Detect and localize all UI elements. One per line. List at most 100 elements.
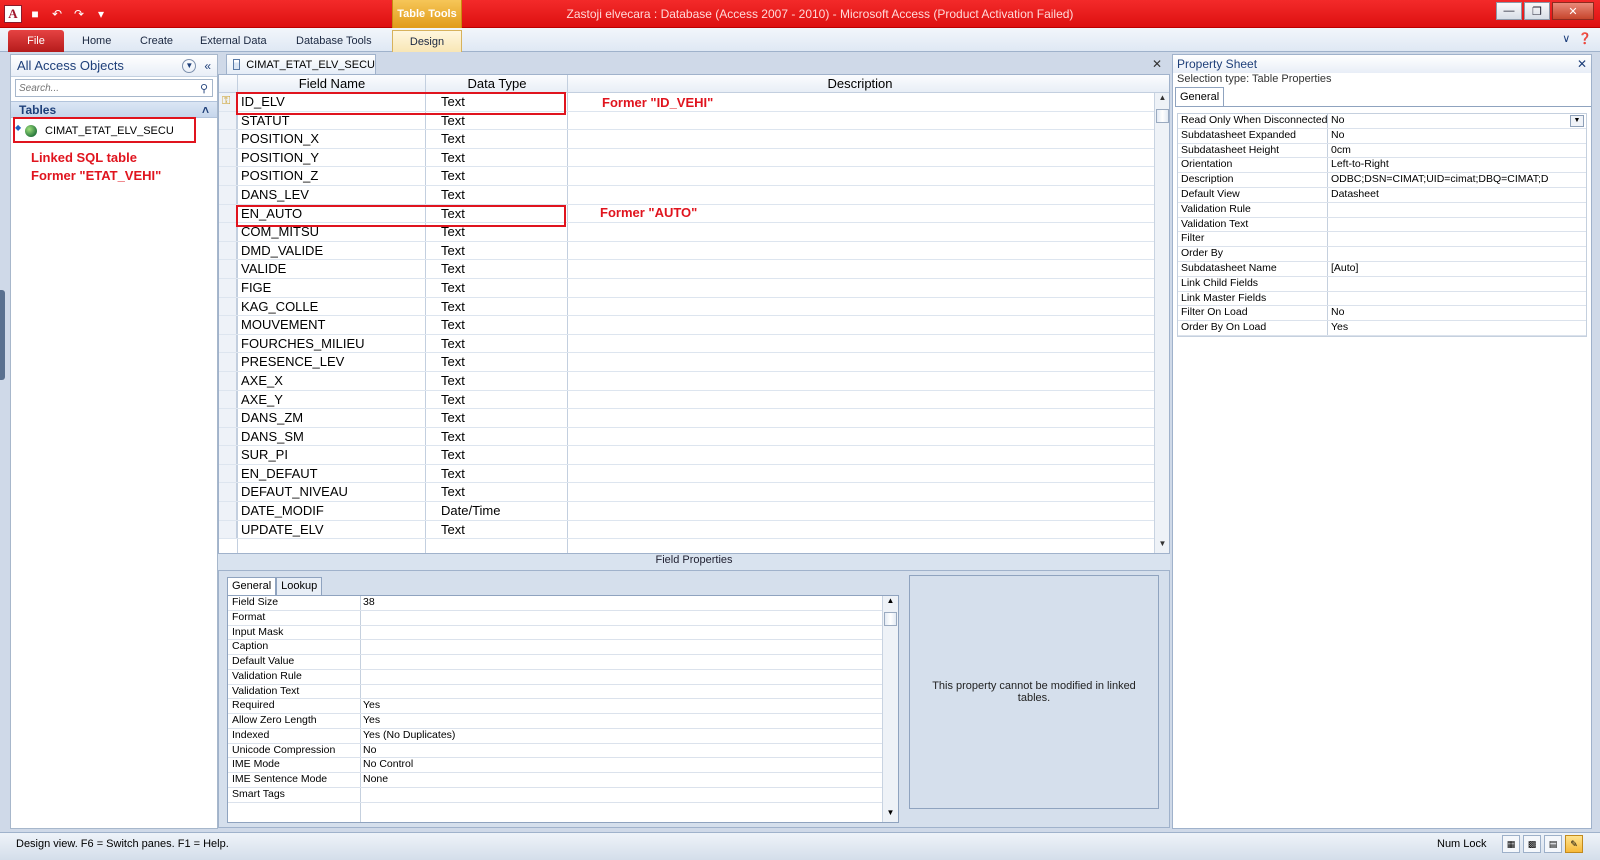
property-value[interactable]: No	[1331, 306, 1556, 318]
property-value[interactable]: ODBC;DSN=CIMAT;UID=cimat;DBQ=CIMAT;D	[1331, 173, 1556, 185]
tab-file[interactable]: File	[8, 30, 64, 52]
property-value[interactable]: 38	[363, 596, 375, 608]
table-row[interactable]: COM_MITSU Text	[219, 223, 1169, 242]
field-name-cell[interactable]: DANS_LEV	[241, 187, 309, 202]
property-value[interactable]: [Auto]	[1331, 262, 1556, 274]
property-row[interactable]: Subdatasheet Name [Auto]	[1178, 262, 1586, 277]
grid-scrollbar[interactable]: ▲ ▼	[1154, 93, 1169, 553]
property-row[interactable]: Order By On Load Yes	[1178, 321, 1586, 336]
field-name-cell[interactable]: DMD_VALIDE	[241, 243, 323, 258]
property-value[interactable]: No	[363, 744, 376, 756]
table-row[interactable]: VALIDE Text	[219, 260, 1169, 279]
field-name-cell[interactable]: POSITION_Y	[241, 150, 319, 165]
property-row[interactable]: Field Size 38	[228, 596, 898, 611]
tab-create[interactable]: Create	[130, 30, 183, 52]
tab-general[interactable]: General	[1175, 87, 1225, 106]
minimize-icon[interactable]: —	[1496, 2, 1522, 20]
access-logo-icon[interactable]: A	[4, 5, 22, 23]
property-value[interactable]: Datasheet	[1331, 188, 1556, 200]
data-type-cell[interactable]: Text	[441, 522, 465, 537]
data-type-cell[interactable]: Text	[441, 299, 465, 314]
property-value[interactable]: Left-to-Right	[1331, 158, 1556, 170]
field-name-cell[interactable]: EN_DEFAUT	[241, 466, 318, 481]
property-row[interactable]: Subdatasheet Height 0cm	[1178, 144, 1586, 159]
data-type-cell[interactable]: Date/Time	[441, 503, 500, 518]
property-value[interactable]: Yes (No Duplicates)	[363, 729, 455, 741]
row-selector[interactable]	[219, 483, 237, 502]
row-selector[interactable]	[219, 353, 237, 371]
data-type-cell[interactable]: Text	[441, 187, 465, 202]
data-type-cell[interactable]: Text	[441, 261, 465, 276]
field-name-cell[interactable]: UPDATE_ELV	[241, 522, 324, 537]
property-row[interactable]: Order By	[1178, 247, 1586, 262]
property-row[interactable]: Allow Zero Length Yes	[228, 714, 898, 729]
row-selector[interactable]	[219, 130, 237, 148]
pivottable-view-icon[interactable]: ▩	[1523, 835, 1541, 853]
row-selector[interactable]	[219, 446, 237, 464]
data-type-cell[interactable]: Text	[441, 206, 465, 221]
row-selector[interactable]	[219, 520, 237, 539]
property-row[interactable]: Validation Text	[228, 685, 898, 700]
field-name-cell[interactable]: FIGE	[241, 280, 271, 295]
scroll-down-icon[interactable]: ▼	[1155, 539, 1169, 553]
row-selector[interactable]	[219, 297, 237, 316]
pivotchart-view-icon[interactable]: ▤	[1544, 835, 1562, 853]
data-type-cell[interactable]: Text	[441, 429, 465, 444]
field-properties-scrollbar[interactable]: ▲ ▼	[882, 596, 898, 822]
property-row[interactable]: Description ODBC;DSN=CIMAT;UID=cimat;DBQ=…	[1178, 173, 1586, 188]
data-type-cell[interactable]: Text	[441, 243, 465, 258]
tab-home[interactable]: Home	[72, 30, 121, 52]
redo-icon[interactable]: ↷	[70, 5, 88, 23]
property-row[interactable]: Required Yes	[228, 699, 898, 714]
row-selector[interactable]	[219, 427, 237, 446]
shutter-bar-icon[interactable]: «	[204, 59, 211, 73]
row-selector[interactable]	[219, 111, 237, 130]
property-row[interactable]: Input Mask	[228, 626, 898, 641]
field-name-cell[interactable]: DANS_SM	[241, 429, 304, 444]
row-selector[interactable]	[219, 502, 237, 520]
property-row[interactable]: Link Master Fields	[1178, 292, 1586, 307]
save-icon[interactable]: ■	[26, 5, 44, 23]
table-row[interactable]: AXE_Y Text	[219, 390, 1169, 410]
table-row[interactable]: MOUVEMENT Text	[219, 316, 1169, 335]
property-row[interactable]: Filter	[1178, 232, 1586, 248]
row-selector[interactable]	[219, 204, 237, 223]
scroll-up-icon[interactable]: ▲	[883, 596, 898, 610]
field-name-cell[interactable]: DANS_ZM	[241, 410, 303, 425]
document-tab[interactable]: CIMAT_ETAT_ELV_SECU	[226, 54, 376, 74]
dropdown-arrow-icon[interactable]: ▼	[1570, 115, 1584, 127]
customize-qat-icon[interactable]: ▾	[92, 5, 110, 23]
scroll-down-icon[interactable]: ▼	[883, 808, 898, 822]
table-row[interactable]: FOURCHES_MILIEU Text	[219, 334, 1169, 354]
table-row[interactable]: DANS_LEV Text	[219, 185, 1169, 205]
row-selector[interactable]	[219, 390, 237, 409]
field-name-cell[interactable]: DEFAUT_NIVEAU	[241, 484, 348, 499]
field-name-cell[interactable]: PRESENCE_LEV	[241, 354, 344, 369]
search-input[interactable]	[16, 80, 196, 96]
row-selector[interactable]	[219, 185, 237, 204]
field-name-cell[interactable]: ID_ELV	[241, 94, 285, 109]
row-selector[interactable]	[219, 334, 237, 353]
field-name-cell[interactable]: VALIDE	[241, 261, 286, 276]
property-value[interactable]: No	[1331, 114, 1556, 126]
data-type-cell[interactable]: Text	[441, 280, 465, 295]
table-row[interactable]: DANS_ZM Text	[219, 409, 1169, 428]
scroll-thumb[interactable]	[1156, 109, 1169, 123]
property-value[interactable]: Yes	[1331, 321, 1556, 333]
property-row[interactable]: Read Only When Disconnected No ▼	[1178, 114, 1586, 129]
property-row[interactable]: Default Value	[228, 655, 898, 670]
help-icon[interactable]: ❓	[1578, 32, 1592, 45]
data-type-cell[interactable]: Text	[441, 168, 465, 183]
table-row[interactable]: POSITION_Y Text	[219, 148, 1169, 168]
table-row[interactable]: POSITION_Z Text	[219, 167, 1169, 186]
data-type-cell[interactable]: Text	[441, 354, 465, 369]
table-row[interactable]: UPDATE_ELV Text	[219, 520, 1169, 540]
tab-lookup[interactable]: Lookup	[276, 577, 323, 595]
property-row[interactable]: Validation Rule	[228, 670, 898, 685]
row-selector[interactable]	[219, 148, 237, 167]
property-row[interactable]: Validation Rule	[1178, 203, 1586, 218]
data-type-cell[interactable]: Text	[441, 392, 465, 407]
data-type-cell[interactable]: Text	[441, 150, 465, 165]
property-row[interactable]: Orientation Left-to-Right	[1178, 158, 1586, 174]
property-value[interactable]: 0cm	[1331, 144, 1556, 156]
